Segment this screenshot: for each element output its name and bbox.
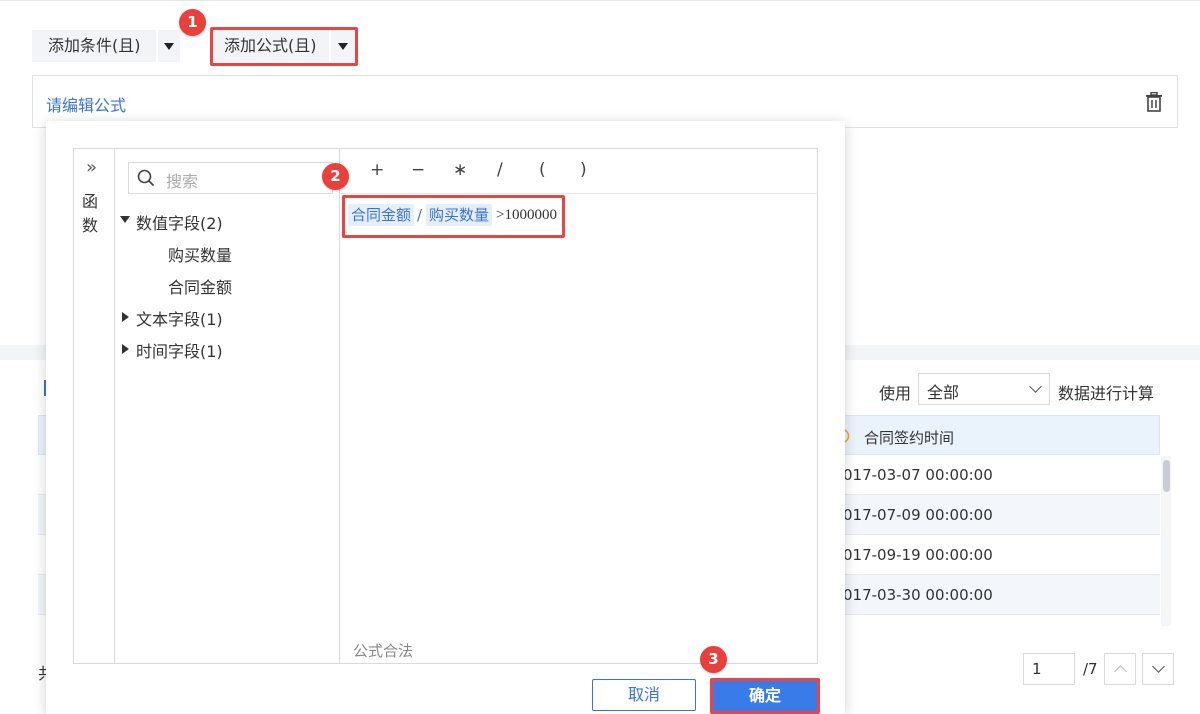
- tree-group-time[interactable]: 时间字段(1): [136, 338, 223, 362]
- search-icon: [137, 169, 155, 187]
- operator-open-paren-button[interactable]: (: [539, 160, 546, 180]
- operator-plus-button[interactable]: +: [370, 160, 384, 180]
- highlight-box-3: [710, 678, 820, 714]
- edit-formula-link[interactable]: 请编辑公式: [46, 92, 126, 116]
- cancel-button[interactable]: 取消: [592, 679, 696, 711]
- tree-group-text[interactable]: 文本字段(1): [136, 306, 223, 330]
- calc-label: 数据进行计算: [1058, 384, 1155, 403]
- operator-minus-button[interactable]: −: [411, 160, 425, 180]
- step-badge-1: 1: [179, 9, 206, 36]
- use-label: 使用: [879, 384, 912, 403]
- tree-group-numeric[interactable]: 数值字段(2): [136, 210, 223, 234]
- table-cell: 017-03-30 00:00:00: [843, 586, 993, 604]
- table-cell: 017-09-19 00:00:00: [843, 546, 993, 564]
- tree-item-contract-amount[interactable]: 合同金额: [168, 274, 232, 298]
- highlight-box-1: [210, 27, 358, 66]
- chevron-up-icon: [1113, 665, 1127, 678]
- field-search-input[interactable]: 搜索: [128, 162, 333, 194]
- trash-icon[interactable]: [1145, 92, 1163, 112]
- table-cell: 017-03-07 00:00:00: [843, 466, 993, 484]
- double-chevron-right-icon[interactable]: »: [86, 157, 97, 178]
- page-number-input[interactable]: 1: [1023, 653, 1075, 685]
- chevron-down-icon: [1029, 380, 1042, 393]
- column-header-sign-date[interactable]: 合同签约时间: [864, 427, 954, 448]
- operator-close-paren-button[interactable]: ): [580, 160, 587, 180]
- validation-status: 公式合法: [353, 642, 414, 660]
- search-placeholder: 搜索: [166, 172, 199, 191]
- highlight-box-2: [342, 195, 565, 238]
- add-condition-dropdown[interactable]: [158, 30, 180, 62]
- calc-scope-select[interactable]: 全部: [918, 373, 1050, 405]
- tree-item-quantity[interactable]: 购买数量: [168, 242, 232, 266]
- total-pages: /7: [1083, 660, 1098, 678]
- collapse-caret-icon[interactable]: [122, 312, 129, 322]
- add-condition-button[interactable]: 添加条件(且): [32, 30, 156, 62]
- operator-multiply-button[interactable]: ∗: [453, 160, 467, 180]
- step-badge-3: 3: [700, 646, 727, 673]
- next-page-button[interactable]: [1142, 653, 1174, 685]
- prev-page-button[interactable]: [1104, 653, 1136, 685]
- scrollbar-thumb[interactable]: [1163, 460, 1170, 492]
- formula-expression-editor[interactable]: [340, 194, 818, 662]
- function-tab-label[interactable]: 函数: [82, 190, 100, 238]
- step-badge-2: 2: [322, 163, 349, 190]
- caret-down-icon: [164, 42, 174, 50]
- table-cell: 017-07-09 00:00:00: [843, 506, 993, 524]
- collapse-caret-icon[interactable]: [122, 344, 129, 354]
- chevron-down-icon: [1151, 660, 1165, 673]
- expand-caret-icon[interactable]: [120, 216, 130, 223]
- operator-divide-button[interactable]: /: [497, 160, 503, 180]
- calc-scope-value: 全部: [927, 383, 960, 402]
